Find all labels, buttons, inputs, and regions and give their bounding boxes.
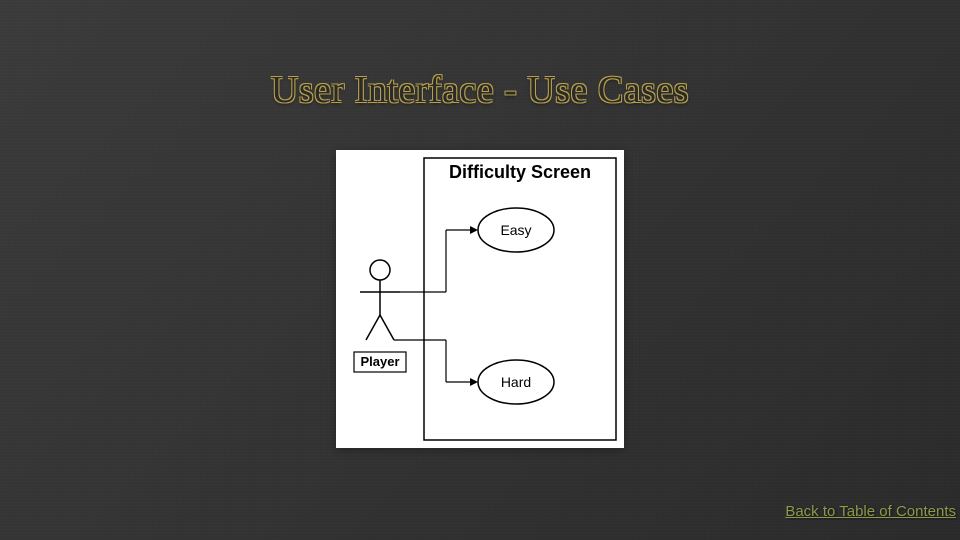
actor-label: Player bbox=[360, 354, 399, 369]
use-case-diagram: Difficulty Screen Player Easy Hard bbox=[336, 150, 624, 448]
usecase-easy-label: Easy bbox=[500, 222, 531, 238]
system-label: Difficulty Screen bbox=[449, 162, 591, 182]
diagram-svg: Difficulty Screen Player Easy Hard bbox=[336, 150, 624, 448]
slide-title: User Interface - Use Cases bbox=[0, 68, 960, 112]
usecase-hard-label: Hard bbox=[501, 374, 531, 390]
actor-icon bbox=[360, 260, 400, 340]
connector-easy bbox=[400, 226, 478, 292]
connector-hard bbox=[394, 340, 478, 386]
back-to-toc-link[interactable]: Back to Table of Contents bbox=[785, 503, 956, 520]
